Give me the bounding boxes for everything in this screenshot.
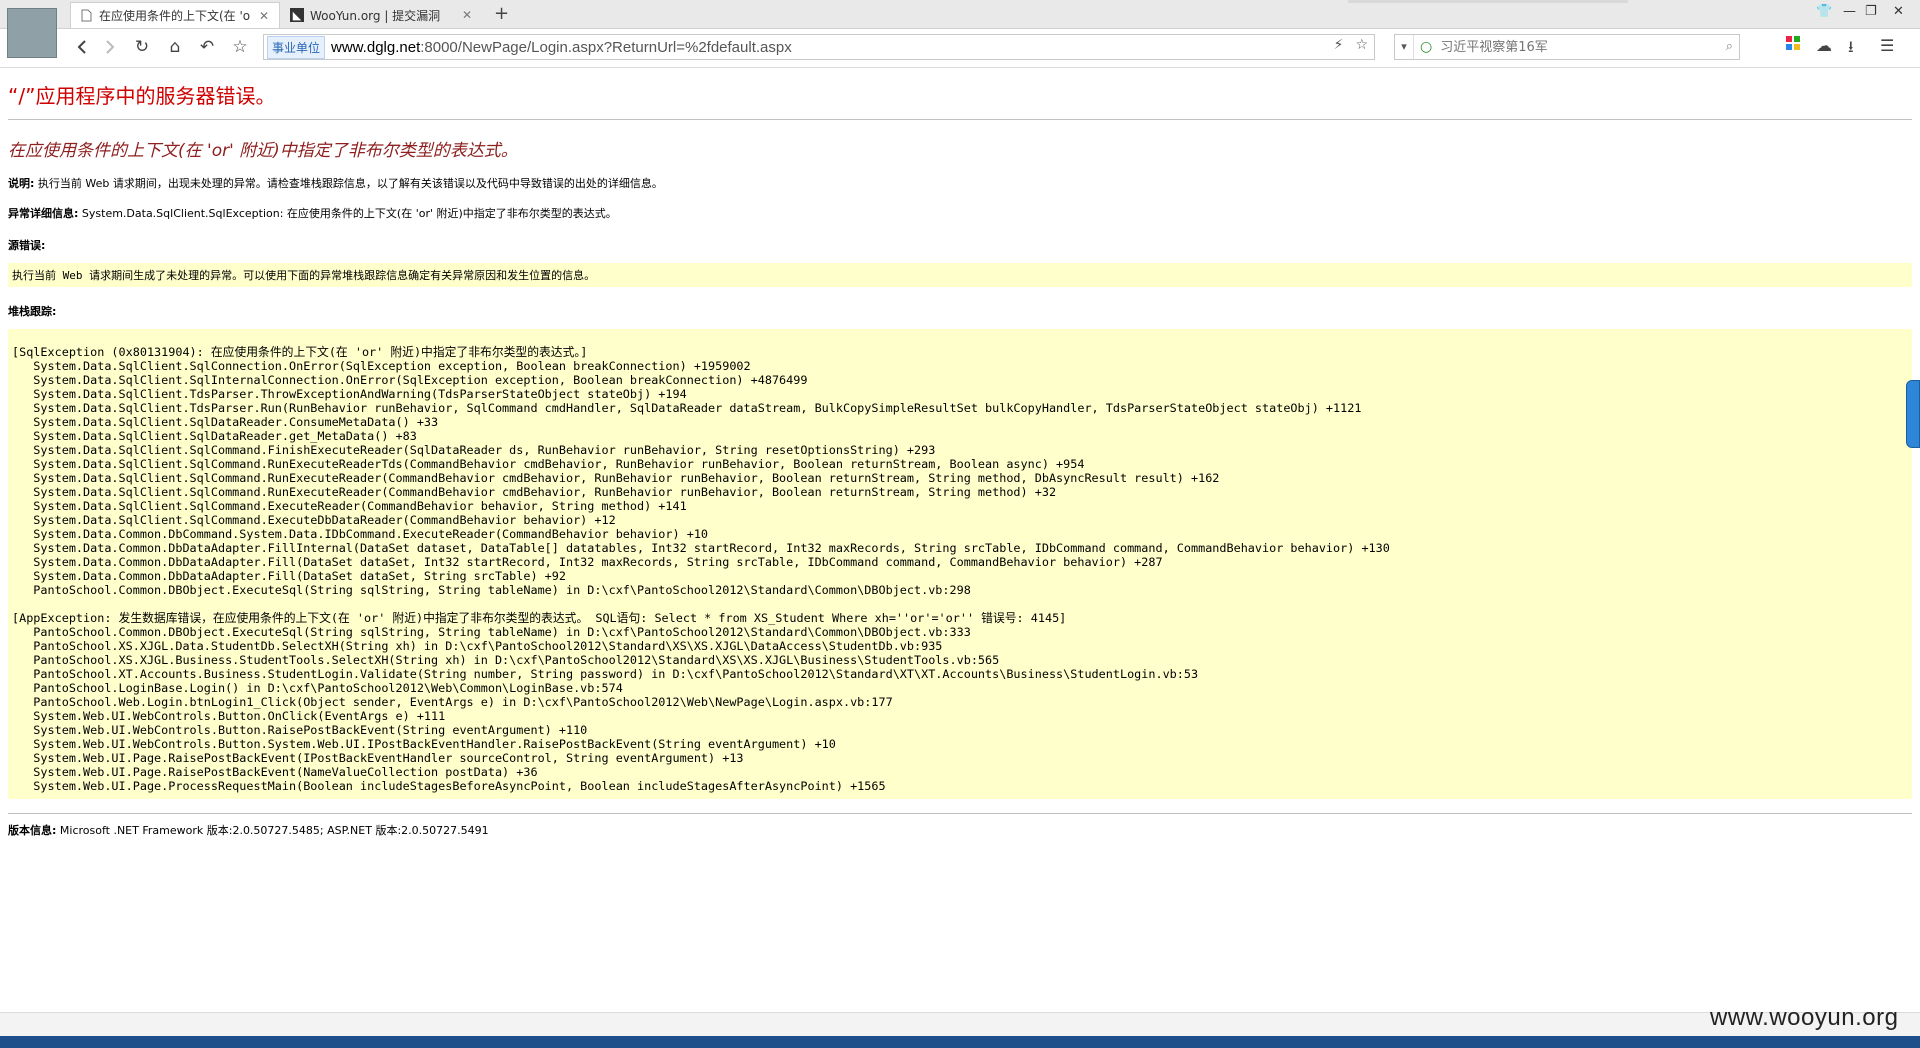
stack-line: System.Web.UI.WebControls.Button.RaisePo… [12, 723, 588, 737]
url-host: www.dglg.net [331, 38, 421, 56]
source-label-text: 源错误: [8, 239, 46, 252]
page-title: “/”应用程序中的服务器错误。 [8, 80, 1912, 120]
address-url[interactable]: www.dglg.net:8000/NewPage/Login.aspx?Ret… [331, 39, 792, 56]
stack-line: System.Data.SqlClient.SqlDataReader.get_… [12, 429, 417, 443]
search-input[interactable] [1438, 38, 1713, 56]
stack-line: System.Data.Common.DbCommand.System.Data… [12, 527, 709, 541]
stack-line: [SqlException (0x80131904): 在应使用条件的上下文(在… [12, 345, 588, 359]
stack-line: PantoSchool.Common.DBObject.ExecuteSql(S… [12, 625, 971, 639]
error-subtitle: 在应使用条件的上下文(在 'or' 附近)中指定了非布尔类型的表达式。 [8, 141, 518, 161]
version-text: Microsoft .NET Framework 版本:2.0.50727.54… [56, 824, 489, 837]
tab-error-page[interactable]: 在应使用条件的上下文(在 'o ✕ [70, 2, 280, 28]
tab-title: WooYun.org | 提交漏洞 [310, 8, 441, 23]
exception-text: System.Data.SqlClient.SqlException: 在应使用… [78, 207, 617, 220]
address-bar[interactable]: 事业单位 www.dglg.net:8000/NewPage/Login.asp… [263, 34, 1375, 60]
menu-icon[interactable]: ☰ [1880, 36, 1894, 55]
description-label: 说明: [8, 177, 35, 190]
stack-line: System.Web.UI.WebControls.Button.System.… [12, 737, 836, 751]
shirt-icon[interactable]: 👕 [1816, 4, 1832, 19]
home-icon[interactable]: ⌂ [163, 35, 187, 59]
back-icon[interactable] [70, 35, 94, 59]
wooyun-favicon-icon: ◣ [290, 8, 304, 22]
minimize-icon[interactable]: — [1843, 4, 1856, 19]
stack-line: PantoSchool.Web.Login.btnLogin1_Click(Ob… [12, 695, 893, 709]
tab-wooyun[interactable]: ◣ WooYun.org | 提交漏洞 ✕ [282, 2, 482, 28]
stack-line: PantoSchool.Common.DBObject.ExecuteSql(S… [12, 583, 971, 597]
bookmark-star-icon[interactable]: ☆ [1355, 37, 1368, 53]
stack-label-text: 堆栈跟踪: [8, 305, 57, 318]
close-window-icon[interactable]: ✕ [1893, 4, 1904, 19]
search-box[interactable]: ▾ ○ ⌕ [1394, 34, 1740, 60]
version-label: 版本信息: [8, 824, 57, 837]
stack-trace-box: [SqlException (0x80131904): 在应使用条件的上下文(在… [8, 329, 1912, 799]
stack-line: System.Data.SqlClient.SqlCommand.Execute… [12, 499, 687, 513]
stack-line: System.Data.SqlClient.SqlCommand.RunExec… [12, 457, 1085, 471]
new-tab-button[interactable]: + [494, 3, 509, 24]
description-line: 说明: 执行当前 Web 请求期间，出现未处理的异常。请检查堆栈跟踪信息，以了解… [8, 175, 1912, 191]
download-icon[interactable]: ⭳ [1848, 36, 1854, 63]
stack-line: System.Data.Common.DbDataAdapter.Fill(Da… [12, 569, 566, 583]
stack-line: System.Web.UI.Page.RaisePostBackEvent(IP… [12, 751, 744, 765]
page-icon [79, 9, 93, 23]
stack-line: System.Web.UI.Page.ProcessRequestMain(Bo… [12, 779, 886, 793]
description-text: 执行当前 Web 请求期间，出现未处理的异常。请检查堆栈跟踪信息，以了解有关该错… [34, 177, 663, 190]
avatar[interactable] [7, 8, 57, 58]
version-info: 版本信息: Microsoft .NET Framework 版本:2.0.50… [8, 813, 1912, 838]
close-icon[interactable]: ✕ [460, 8, 474, 22]
stack-trace-label: 堆栈跟踪: [8, 303, 1912, 319]
stack-line: System.Data.SqlClient.SqlCommand.Execute… [12, 513, 616, 527]
stack-line: System.Data.SqlClient.SqlCommand.RunExec… [12, 485, 1057, 499]
stack-line: System.Data.Common.DbDataAdapter.FillInt… [12, 541, 1390, 555]
restore-icon[interactable]: ❐ [1865, 4, 1877, 19]
loading-bar [1348, 0, 1628, 3]
search-engine-icon: ○ [1420, 39, 1433, 55]
stack-line: PantoSchool.XT.Accounts.Business.Student… [12, 667, 1199, 681]
undo-icon[interactable]: ↶ [195, 35, 219, 59]
stack-line: [AppException: 发生数据库错误，在应使用条件的上下文(在 'or'… [12, 611, 1067, 625]
site-category-badge: 事业单位 [267, 35, 326, 59]
watermark: www.wooyun.org [1710, 1004, 1899, 1031]
reload-icon[interactable]: ↻ [130, 35, 154, 59]
url-path: :8000/NewPage/Login.aspx?ReturnUrl=%2fde… [420, 38, 792, 56]
stack-line: System.Data.SqlClient.SqlCommand.FinishE… [12, 443, 936, 457]
exception-label: 异常详细信息: [8, 207, 79, 220]
stack-line: System.Data.SqlClient.SqlDataReader.Cons… [12, 415, 439, 429]
apps-grid-icon[interactable] [1786, 36, 1801, 55]
stack-line: PantoSchool.LoginBase.Login() in D:\cxf\… [12, 681, 623, 695]
stack-line: System.Data.SqlClient.TdsParser.Run(RunB… [12, 401, 1362, 415]
os-taskbar [0, 1036, 1920, 1048]
close-icon[interactable]: ✕ [257, 9, 271, 23]
stack-line: System.Web.UI.Page.RaisePostBackEvent(Na… [12, 765, 538, 779]
stack-line: System.Data.SqlClient.SqlCommand.RunExec… [12, 471, 1220, 485]
navigation-toolbar: ↻ ⌂ ↶ ☆ 事业单位 www.dglg.net:8000/NewPage/L… [0, 29, 1920, 68]
stack-line: System.Web.UI.WebControls.Button.OnClick… [12, 709, 446, 723]
tab-strip: 在应使用条件的上下文(在 'o ✕ ◣ WooYun.org | 提交漏洞 ✕ … [0, 0, 1920, 29]
status-bar [0, 1012, 1920, 1037]
lightning-icon[interactable]: ⚡ [1334, 37, 1344, 53]
source-error-label: 源错误: [8, 237, 1912, 253]
exception-line: 异常详细信息: System.Data.SqlClient.SqlExcepti… [8, 205, 1912, 221]
cloud-icon[interactable]: ☁ [1816, 36, 1832, 55]
stack-line: PantoSchool.XS.XJGL.Business.StudentTool… [12, 653, 1000, 667]
stack-line: System.Data.SqlClient.SqlInternalConnect… [12, 373, 808, 387]
side-widget[interactable] [1906, 380, 1920, 448]
search-icon[interactable]: ⌕ [1726, 39, 1733, 54]
stack-line: System.Data.SqlClient.SqlConnection.OnEr… [12, 359, 751, 373]
stack-line: System.Data.Common.DbDataAdapter.Fill(Da… [12, 555, 1163, 569]
forward-icon[interactable] [98, 35, 122, 59]
chevron-down-icon[interactable]: ▾ [1395, 35, 1414, 59]
source-error-box: 执行当前 Web 请求期间生成了未处理的异常。可以使用下面的异常堆栈跟踪信息确定… [8, 263, 1912, 287]
stack-line: System.Data.SqlClient.TdsParser.ThrowExc… [12, 387, 687, 401]
stack-line [12, 597, 1908, 611]
error-page: “/”应用程序中的服务器错误。 在应使用条件的上下文(在 'or' 附近)中指定… [8, 68, 1912, 838]
tab-title: 在应使用条件的上下文(在 'o [99, 9, 251, 23]
stack-line: PantoSchool.XS.XJGL.Data.StudentDb.Selec… [12, 639, 943, 653]
favorite-icon[interactable]: ☆ [228, 35, 252, 59]
